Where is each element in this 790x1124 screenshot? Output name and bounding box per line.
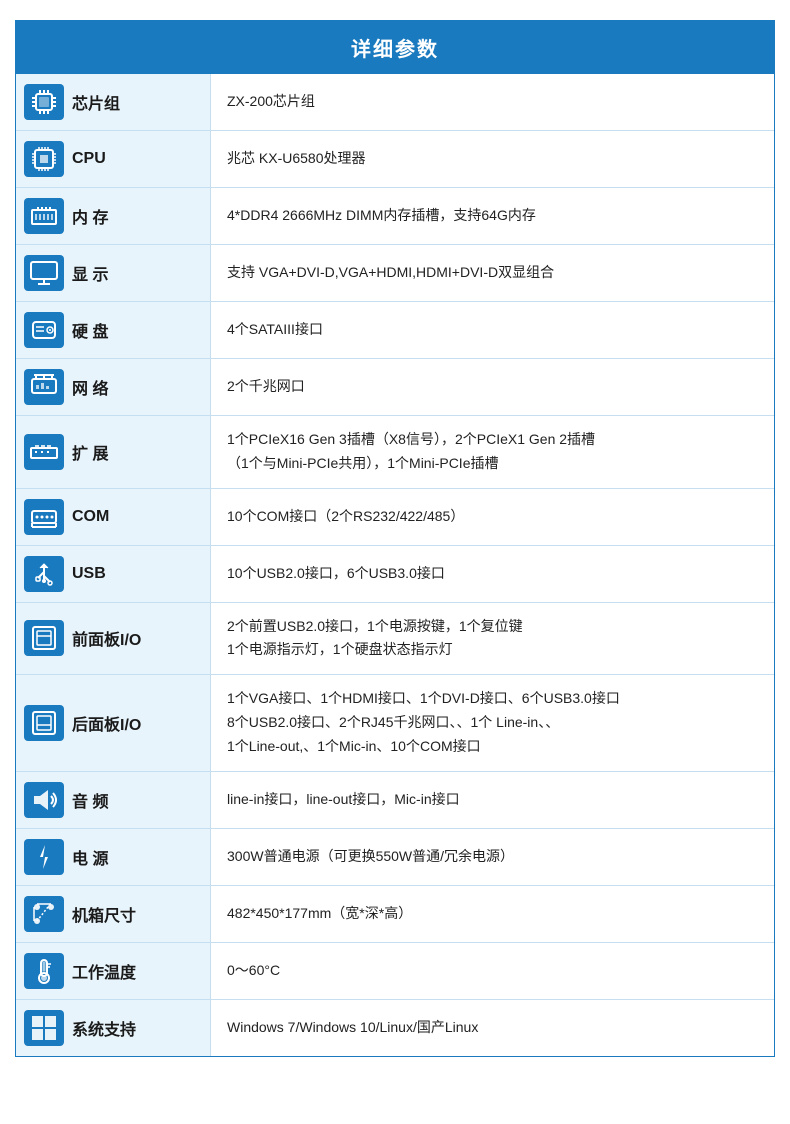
value-memory: 4*DDR4 2666MHz DIMM内存插槽，支持64G内存: [211, 188, 774, 244]
value-chassis: 482*450*177mm（宽*深*高）: [211, 886, 774, 942]
label-com: COM: [16, 489, 211, 545]
value-com: 10个COM接口（2个RS232/422/485）: [211, 489, 774, 545]
com-icon: [24, 499, 64, 535]
display-icon: [24, 255, 64, 291]
row-usb: USB 10个USB2.0接口，6个USB3.0接口: [16, 546, 774, 603]
label-text-harddisk: 硬 盘: [72, 318, 108, 342]
value-usb: 10个USB2.0接口，6个USB3.0接口: [211, 546, 774, 602]
label-frontio: 前面板I/O: [16, 603, 211, 675]
memory-icon: [24, 198, 64, 234]
harddisk-icon: [24, 312, 64, 348]
label-text-power: 电 源: [72, 845, 108, 869]
label-reario: 后面板I/O: [16, 675, 211, 770]
label-text-com: COM: [72, 508, 109, 526]
reario-icon: [24, 705, 64, 741]
page-title: 详细参数: [16, 21, 774, 74]
value-audio: line-in接口，line-out接口，Mic-in接口: [211, 772, 774, 828]
value-network: 2个千兆网口: [211, 359, 774, 415]
label-text-display: 显 示: [72, 261, 108, 285]
label-temperature: 工作温度: [16, 943, 211, 999]
value-expansion: 1个PCIeX16 Gen 3插槽（X8信号），2个PCIeX1 Gen 2插槽…: [211, 416, 774, 488]
label-text-frontio: 前面板I/O: [72, 626, 141, 650]
os-icon: [24, 1010, 64, 1046]
label-display: 显 示: [16, 245, 211, 301]
value-display: 支持 VGA+DVI-D,VGA+HDMI,HDMI+DVI-D双显组合: [211, 245, 774, 301]
label-power: 电 源: [16, 829, 211, 885]
label-audio: 音 频: [16, 772, 211, 828]
network-icon: [24, 369, 64, 405]
usb-icon: [24, 556, 64, 592]
row-cpu: CPU 兆芯 KX-U6580处理器: [16, 131, 774, 188]
label-text-audio: 音 频: [72, 788, 108, 812]
chassis-icon: [24, 896, 64, 932]
label-harddisk: 硬 盘: [16, 302, 211, 358]
row-audio: 音 频 line-in接口，line-out接口，Mic-in接口: [16, 772, 774, 829]
value-cpu: 兆芯 KX-U6580处理器: [211, 131, 774, 187]
label-expansion: 扩 展: [16, 416, 211, 488]
label-text-expansion: 扩 展: [72, 440, 108, 464]
audio-icon: [24, 782, 64, 818]
chipset-icon: [24, 84, 64, 120]
label-text-network: 网 络: [72, 375, 108, 399]
value-frontio: 2个前置USB2.0接口，1个电源按键，1个复位键 1个电源指示灯，1个硬盘状态…: [211, 603, 774, 675]
label-usb: USB: [16, 546, 211, 602]
label-chipset: 芯片组: [16, 74, 211, 130]
row-power: 电 源 300W普通电源（可更换550W普通/冗余电源）: [16, 829, 774, 886]
power-icon: [24, 839, 64, 875]
label-text-temperature: 工作温度: [72, 959, 136, 983]
frontio-icon: [24, 620, 64, 656]
row-chassis: 机箱尺寸 482*450*177mm（宽*深*高）: [16, 886, 774, 943]
label-network: 网 络: [16, 359, 211, 415]
row-com: COM 10个COM接口（2个RS232/422/485）: [16, 489, 774, 546]
label-text-memory: 内 存: [72, 204, 108, 228]
label-text-os: 系统支持: [72, 1016, 136, 1040]
label-memory: 内 存: [16, 188, 211, 244]
row-reario: 后面板I/O 1个VGA接口、1个HDMI接口、1个DVI-D接口、6个USB3.…: [16, 675, 774, 771]
label-text-usb: USB: [72, 565, 106, 583]
expansion-icon: [24, 434, 64, 470]
label-text-reario: 后面板I/O: [72, 711, 141, 735]
label-text-cpu: CPU: [72, 150, 106, 168]
temperature-icon: [24, 953, 64, 989]
label-chassis: 机箱尺寸: [16, 886, 211, 942]
cpu-icon: [24, 141, 64, 177]
row-memory: 内 存 4*DDR4 2666MHz DIMM内存插槽，支持64G内存: [16, 188, 774, 245]
row-frontio: 前面板I/O 2个前置USB2.0接口，1个电源按键，1个复位键 1个电源指示灯，…: [16, 603, 774, 676]
spec-table: 详细参数 芯片组ZX-200芯片组 CPU兆芯 KX-U6580处: [15, 20, 775, 1057]
label-text-chassis: 机箱尺寸: [72, 902, 136, 926]
row-os: 系统支持 Windows 7/Windows 10/Linux/国产Linux: [16, 1000, 774, 1056]
row-harddisk: 硬 盘 4个SATAIII接口: [16, 302, 774, 359]
value-temperature: 0～60°C: [211, 943, 774, 999]
label-os: 系统支持: [16, 1000, 211, 1056]
row-temperature: 工作温度 0～60°C: [16, 943, 774, 1000]
value-chipset: ZX-200芯片组: [211, 74, 774, 130]
row-chipset: 芯片组 ZX-200芯片组: [16, 74, 774, 131]
label-text-chipset: 芯片组: [72, 90, 120, 114]
row-expansion: 扩 展 1个PCIeX16 Gen 3插槽（X8信号），2个PCIeX1 Gen …: [16, 416, 774, 489]
label-cpu: CPU: [16, 131, 211, 187]
value-reario: 1个VGA接口、1个HDMI接口、1个DVI-D接口、6个USB3.0接口 8个…: [211, 675, 774, 770]
value-os: Windows 7/Windows 10/Linux/国产Linux: [211, 1000, 774, 1056]
row-display: 显 示 支持 VGA+DVI-D,VGA+HDMI,HDMI+DVI-D双显组合: [16, 245, 774, 302]
row-network: 网 络 2个千兆网口: [16, 359, 774, 416]
value-power: 300W普通电源（可更换550W普通/冗余电源）: [211, 829, 774, 885]
value-harddisk: 4个SATAIII接口: [211, 302, 774, 358]
